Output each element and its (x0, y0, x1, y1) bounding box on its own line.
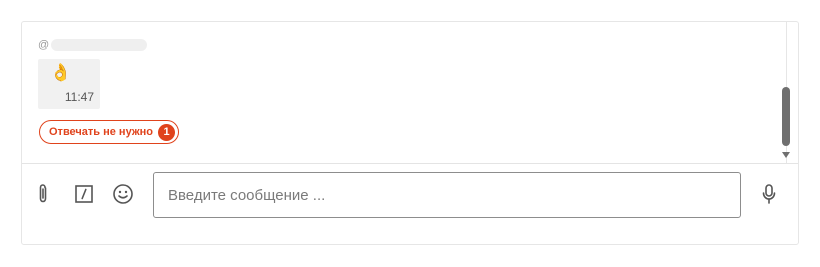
badge-count: 1 (158, 123, 175, 141)
microphone-icon[interactable] (757, 182, 781, 206)
message-composer (22, 164, 798, 244)
message-sender: @ (38, 38, 148, 52)
message-bubble[interactable]: 👌 11:47 (38, 59, 100, 109)
smiley-icon[interactable] (111, 182, 135, 206)
message-list: @ 👌 11:47 Отвечать не нужно 1 (22, 22, 778, 163)
chat-panel: @ 👌 11:47 Отвечать не нужно 1 (21, 21, 799, 245)
sender-at-sign: @ (38, 39, 50, 51)
slash-command-icon[interactable] (72, 182, 96, 206)
message-time: 11:47 (64, 90, 94, 104)
message-scrollbar[interactable] (776, 22, 798, 163)
no-reply-needed-badge[interactable]: Отвечать не нужно 1 (39, 120, 179, 144)
scroll-thumb[interactable] (782, 87, 790, 146)
paperclip-icon[interactable] (31, 182, 55, 206)
ok-hand-emoji: 👌 (50, 63, 72, 82)
message-input[interactable] (153, 172, 741, 218)
badge-label: Отвечать не нужно (49, 126, 153, 138)
sender-name-placeholder (51, 39, 148, 51)
scroll-down-arrow-icon[interactable] (782, 152, 790, 158)
